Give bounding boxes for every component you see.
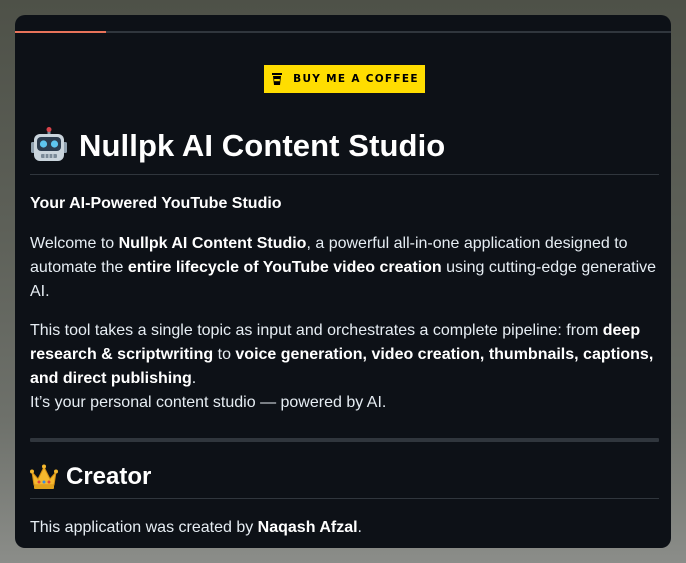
intro-bold-app-name: Nullpk AI Content Studio <box>118 235 307 252</box>
pipeline-text-2: to <box>213 346 236 363</box>
main-content: Nullpk AI Content Studio Your AI-Powered… <box>30 123 659 540</box>
pipeline-text-1: This tool takes a single topic as input … <box>30 322 603 339</box>
app-window: BUY ME A COFFEE Nullpk AI Content Studio… <box>15 15 671 548</box>
coffee-cup-icon <box>272 73 283 85</box>
intro-paragraph: Welcome to Nullpk AI Content Studio, a p… <box>30 232 659 304</box>
robot-icon <box>31 126 67 161</box>
buy-me-a-coffee-label: BUY ME A COFFEE <box>293 73 419 85</box>
intro-bold-lifecycle: entire lifecycle of YouTube video creati… <box>127 259 442 276</box>
intro-text-1: Welcome to <box>30 235 119 252</box>
creator-header: Creator <box>30 461 659 493</box>
buy-me-a-coffee-button[interactable]: BUY ME A COFFEE <box>264 65 425 93</box>
creator-heading: Creator <box>66 463 152 490</box>
title-divider <box>30 174 659 175</box>
crown-icon <box>30 464 58 489</box>
tab-bar <box>15 31 671 33</box>
section-divider <box>30 438 659 442</box>
pipeline-tagline: It’s your personal content studio — powe… <box>30 394 387 411</box>
page-header: Nullpk AI Content Studio <box>30 123 659 168</box>
creator-divider <box>30 498 659 499</box>
pipeline-text-3: . <box>191 370 197 387</box>
pipeline-paragraph: This tool takes a single topic as input … <box>30 319 659 415</box>
active-tab-indicator[interactable] <box>15 31 106 33</box>
creator-text-1: This application was created by <box>30 519 258 536</box>
creator-text-2: . <box>357 519 362 536</box>
creator-name: Naqash Afzal <box>257 519 358 536</box>
page-title: Nullpk AI Content Studio <box>79 127 446 163</box>
app-subtitle: Your AI-Powered YouTube Studio <box>30 195 282 212</box>
creator-paragraph: This application was created by Naqash A… <box>30 516 659 540</box>
